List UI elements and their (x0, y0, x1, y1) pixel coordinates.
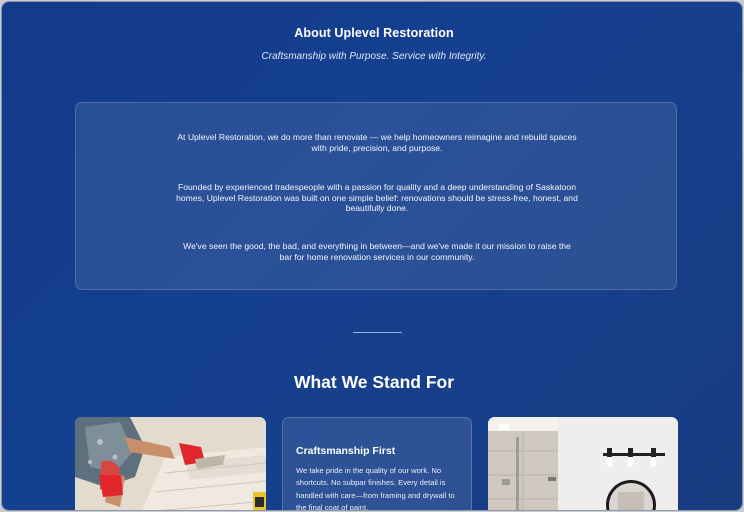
value-card-body: We take pride in the quality of our work… (296, 466, 455, 511)
value-card-craftsmanship: Craftsmanship First We take pride in the… (282, 417, 472, 511)
about-title: About Uplevel Restoration (294, 26, 454, 40)
flooring-photo (75, 417, 266, 510)
value-card-heading: Craftsmanship First (296, 445, 396, 457)
about-subtitle: Craftsmanship with Purpose. Service with… (261, 51, 487, 62)
flooring-illustration (75, 417, 266, 510)
values-title: What We Stand For (293, 372, 455, 392)
about-paragraph-3: We've seen the good, the bad, and everyt… (183, 241, 571, 262)
bathroom-illustration (488, 417, 678, 510)
page-frame: About Uplevel Restoration Craftsmanship … (1, 1, 743, 511)
bathroom-photo (488, 417, 678, 510)
about-card: At Uplevel Restoration, we do more than … (75, 102, 677, 290)
about-paragraph-1: At Uplevel Restoration, we do more than … (177, 132, 577, 153)
section-divider (353, 332, 402, 333)
about-paragraph-2: Founded by experienced tradespeople with… (176, 182, 578, 214)
